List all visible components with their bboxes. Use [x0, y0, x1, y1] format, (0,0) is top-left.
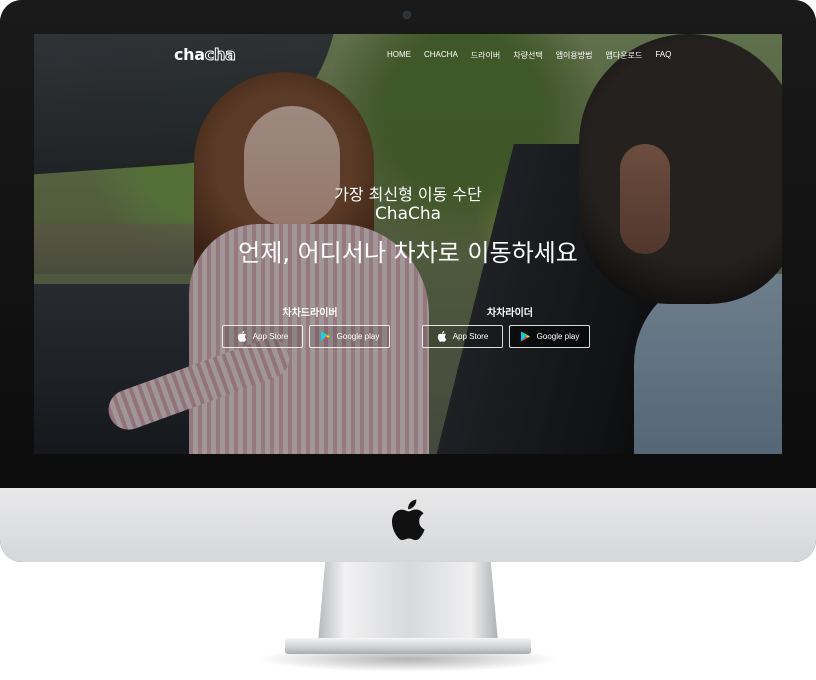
apple-icon: [237, 331, 247, 342]
hero-section: 가장 최신형 이동 수단 ChaCha 언제, 어디서나 차차로 이동하세요 차…: [34, 34, 782, 454]
driver-app-group: 차차드라이버 App Store Google play: [222, 304, 398, 348]
driver-app-store-label: App Store: [252, 332, 289, 341]
rider-app-store-button[interactable]: App Store: [422, 325, 503, 348]
driver-app-buttons: App Store Google play: [222, 325, 398, 348]
hero-subtitle: 가장 최신형 이동 수단: [334, 185, 482, 204]
hero-title: 언제, 어디서나 차차로 이동하세요: [238, 239, 578, 267]
driver-google-play-button[interactable]: Google play: [309, 325, 390, 348]
rider-app-store-label: App Store: [452, 332, 489, 341]
imac-mockup: chacha HOME CHACHA 드라이버 차량선택 앱이용방법 앱다운로드…: [0, 0, 816, 680]
rider-app-title: 차차라이더: [487, 308, 533, 319]
monitor-stand-base: [285, 638, 531, 654]
monitor: chacha HOME CHACHA 드라이버 차량선택 앱이용방법 앱다운로드…: [0, 0, 816, 562]
monitor-stand-neck: [318, 562, 498, 642]
camera-icon: [403, 11, 411, 19]
rider-google-play-label: Google play: [536, 332, 580, 341]
driver-app-store-button[interactable]: App Store: [222, 325, 303, 348]
apple-icon: [437, 331, 447, 342]
screen: chacha HOME CHACHA 드라이버 차량선택 앱이용방법 앱다운로드…: [34, 34, 782, 454]
rider-google-play-button[interactable]: Google play: [509, 325, 590, 348]
driver-app-title: 차차드라이버: [282, 308, 338, 319]
google-play-icon: [320, 331, 330, 342]
hero-brand: ChaCha: [374, 204, 442, 224]
rider-app-buttons: App Store Google play: [422, 325, 598, 348]
apple-logo-icon: [391, 499, 425, 541]
rider-app-group: 차차라이더 App Store Google play: [422, 304, 598, 348]
google-play-icon: [520, 331, 530, 342]
driver-google-play-label: Google play: [336, 332, 380, 341]
